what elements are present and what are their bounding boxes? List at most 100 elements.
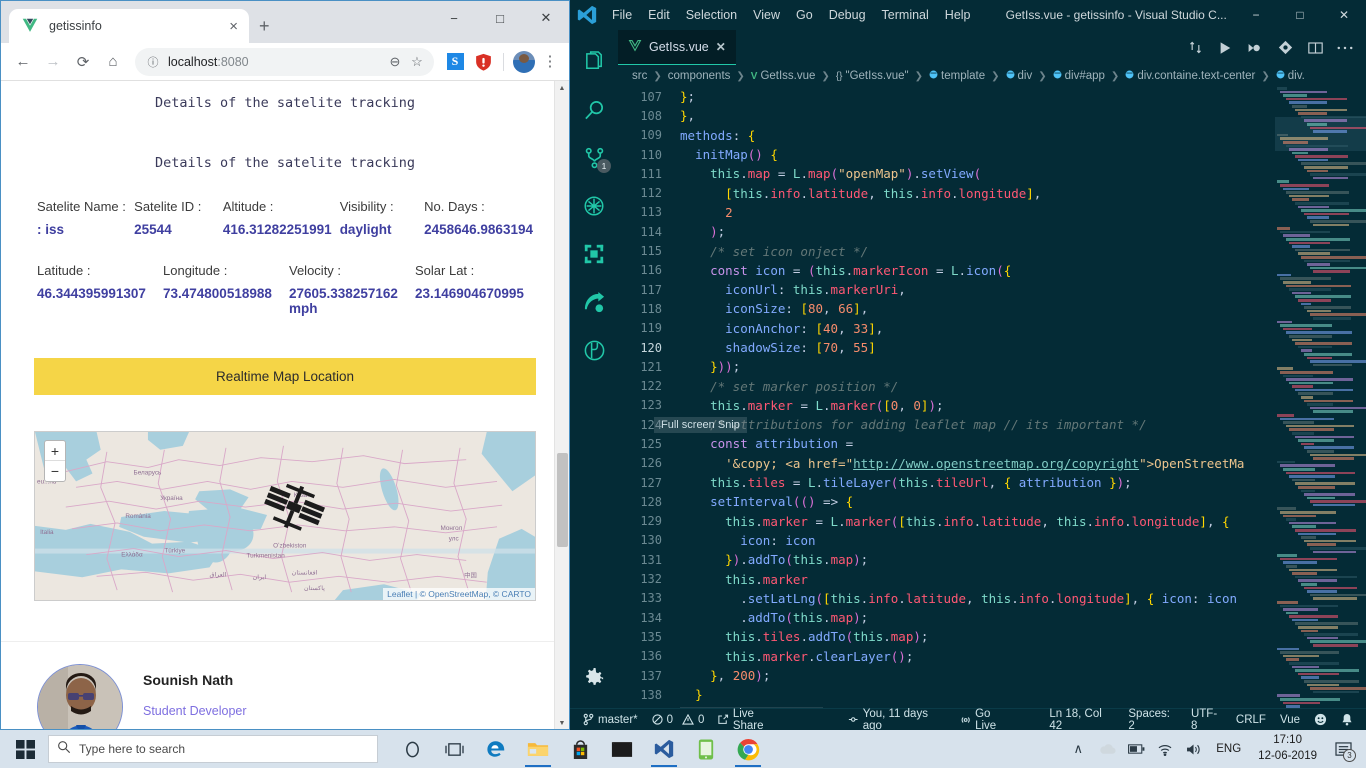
battery-icon[interactable]	[1123, 730, 1149, 768]
home-icon[interactable]: ⌂	[99, 48, 127, 76]
vscode-icon[interactable]	[644, 730, 684, 768]
edge-icon[interactable]	[476, 730, 516, 768]
smiley-icon[interactable]	[1307, 709, 1334, 731]
code-line[interactable]: 137 }, 200);	[618, 666, 1275, 685]
breadcrumb-item[interactable]: div#app	[1053, 70, 1105, 82]
breadcrumb-item[interactable]: src	[632, 70, 647, 82]
more-actions-icon[interactable]	[1330, 30, 1360, 65]
extension-s-icon[interactable]: S	[442, 49, 468, 75]
split-sync-icon[interactable]	[1180, 30, 1210, 65]
breadcrumb-item[interactable]: {} "GetIss.vue"	[836, 70, 909, 82]
extensions-icon[interactable]	[570, 230, 618, 278]
taskbar-search-input[interactable]: Type here to search	[48, 735, 378, 763]
bell-icon[interactable]	[1334, 709, 1360, 731]
code-line[interactable]: 120 shadowSize: [70, 55]	[618, 338, 1275, 357]
code-line[interactable]: 126 '&copy; <a href="http://www.openstre…	[618, 454, 1275, 473]
code-line[interactable]: 108},	[618, 106, 1275, 125]
breadcrumb-item[interactable]: div	[1006, 70, 1032, 82]
browser-tab-getissinfo[interactable]: getissinfo ×	[9, 9, 249, 43]
shield-icon[interactable]	[470, 49, 496, 75]
leaflet-map[interactable]: Беларусьeu...ndУкраїнаRomâniaItaliaΕλλάδ…	[34, 431, 536, 601]
wifi-icon[interactable]	[1152, 730, 1178, 768]
browser-maximize-button[interactable]: □	[477, 1, 523, 35]
breadcrumb-item[interactable]: div.containe.text-center	[1125, 70, 1255, 82]
breadcrumb[interactable]: src ❯ components ❯ V GetIss.vue ❯ {} "GetIss.vue…	[618, 65, 1366, 87]
menu-item-file[interactable]: File	[604, 5, 640, 25]
status-eol[interactable]: CRLF	[1229, 709, 1273, 731]
vscode-minimize-button[interactable]: −	[1234, 0, 1278, 30]
map-zoom-in-button[interactable]: +	[45, 441, 65, 461]
breadcrumb-item[interactable]: components	[668, 70, 731, 82]
browser-tab-close-icon[interactable]: ×	[226, 19, 241, 34]
browser-minimize-button[interactable]: −	[431, 1, 477, 35]
menu-item-selection[interactable]: Selection	[678, 5, 745, 25]
code-line[interactable]: 125 const attribution =	[618, 434, 1275, 453]
menu-item-help[interactable]: Help	[937, 5, 979, 25]
code-line[interactable]: 133 .setLatLng([this.info.latitude, this…	[618, 589, 1275, 608]
status-live-share[interactable]: Live Share	[711, 708, 791, 732]
site-info-icon[interactable]: ⓘ	[145, 54, 161, 70]
status-branch[interactable]: master*	[576, 709, 645, 731]
menu-item-edit[interactable]: Edit	[640, 5, 678, 25]
code-line[interactable]: 114 );	[618, 222, 1275, 241]
forward-icon[interactable]: →	[39, 48, 67, 76]
code-line[interactable]: 110 initMap() {	[618, 145, 1275, 164]
status-indentation[interactable]: Spaces: 2	[1121, 708, 1184, 732]
back-icon[interactable]: ←	[9, 48, 37, 76]
map-attribution[interactable]: Leaflet | © OpenStreetMap, © CARTO	[383, 588, 535, 600]
code-lines[interactable]: 107}; 108}, 109 methods: {110 initMap() {11…	[618, 87, 1275, 708]
task-view-icon[interactable]	[434, 730, 474, 768]
run-icon[interactable]	[1210, 30, 1240, 65]
code-line[interactable]: 139 //initLayers() {}	[618, 705, 1275, 708]
breadcrumb-item[interactable]: V GetIss.vue	[751, 70, 816, 82]
volume-icon[interactable]	[1181, 730, 1207, 768]
avatar[interactable]	[511, 49, 537, 75]
editor-tab-getiss-vue[interactable]: GetIss.vue ✕	[618, 30, 736, 65]
tray-clock[interactable]: 17:10 12-06-2019	[1250, 733, 1325, 764]
new-tab-button[interactable]: +	[259, 17, 270, 35]
explorer-icon[interactable]	[570, 38, 618, 86]
zoom-out-icon[interactable]: ⊖	[384, 54, 406, 70]
breadcrumb-item[interactable]: template	[929, 70, 985, 82]
editor-tab-close-icon[interactable]: ✕	[716, 40, 726, 54]
map-zoom-out-button[interactable]: −	[45, 461, 65, 481]
vscode-maximize-button[interactable]: □	[1278, 0, 1322, 30]
cortana-icon[interactable]	[392, 730, 432, 768]
code-line[interactable]: 138 }	[618, 685, 1275, 704]
code-editor[interactable]: 107}; 108}, 109 methods: {110 initMap() {11…	[618, 87, 1366, 708]
code-line[interactable]: 131 }).addTo(this.map);	[618, 550, 1275, 569]
code-line[interactable]: 116 const icon = (this.markerIcon = L.ic…	[618, 261, 1275, 280]
code-line[interactable]: 136 this.marker.clearLayer();	[618, 647, 1275, 666]
chrome-icon[interactable]	[728, 730, 768, 768]
bookmark-star-icon[interactable]: ☆	[406, 54, 428, 70]
minimap[interactable]	[1275, 87, 1366, 708]
code-line[interactable]: 119 iconAnchor: [40, 33],	[618, 319, 1275, 338]
tray-chevron-icon[interactable]: ∧	[1065, 730, 1091, 768]
cloud-icon[interactable]	[1094, 730, 1120, 768]
phone-link-icon[interactable]	[686, 730, 726, 768]
status-language-mode[interactable]: Vue	[1273, 709, 1307, 731]
code-line[interactable]: 117 iconUrl: this.markerUri,	[618, 280, 1275, 299]
page-scrollbar[interactable]: ▲ ▼	[554, 81, 569, 729]
status-git-blame[interactable]: You, 11 days ago	[841, 708, 952, 732]
status-cursor-position[interactable]: Ln 18, Col 42	[1042, 708, 1121, 732]
profile-role[interactable]: Student Developer	[143, 704, 247, 718]
windows-start-icon[interactable]	[4, 730, 46, 768]
status-problems[interactable]: 0 0	[645, 709, 712, 731]
code-line[interactable]: 129 this.marker = L.marker([this.info.la…	[618, 512, 1275, 531]
menu-item-go[interactable]: Go	[788, 5, 821, 25]
tray-language[interactable]: ENG	[1210, 743, 1247, 755]
code-line[interactable]: 128 setInterval(() => {	[618, 492, 1275, 511]
browser-menu-icon[interactable]: ⋮	[539, 54, 561, 69]
split-editor-icon[interactable]	[1300, 30, 1330, 65]
status-encoding[interactable]: UTF-8	[1184, 708, 1229, 732]
source-control-icon[interactable]: 1	[570, 134, 618, 182]
settings-gear-icon[interactable]	[570, 654, 618, 702]
live-share-icon[interactable]	[570, 278, 618, 326]
browser-close-button[interactable]: ✕	[523, 1, 569, 35]
code-line[interactable]: 112 [this.info.latitude, this.info.longi…	[618, 183, 1275, 202]
code-line[interactable]: 130 icon: icon	[618, 531, 1275, 550]
source-control-icon[interactable]	[1270, 30, 1300, 65]
code-line[interactable]: 132 this.marker	[618, 569, 1275, 588]
debug-icon[interactable]	[570, 182, 618, 230]
